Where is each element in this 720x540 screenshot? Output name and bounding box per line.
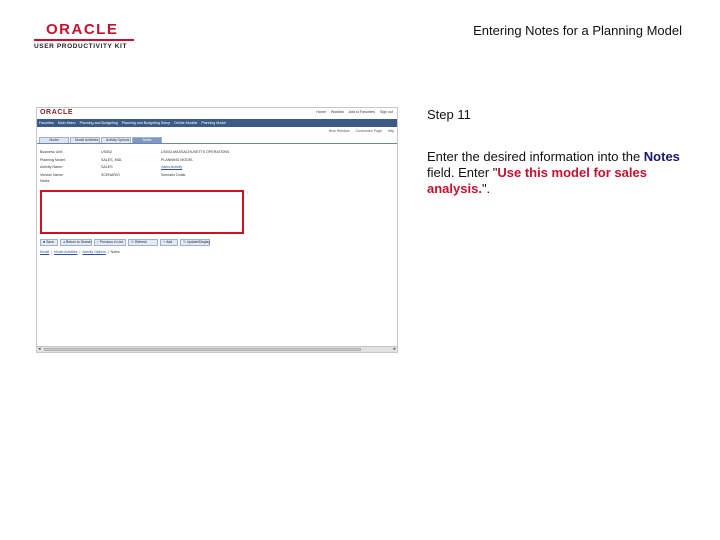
field-row: Activity Name: SALES Sales Activity [40,164,397,172]
refresh-button[interactable]: ↻ Refresh [128,239,158,246]
tab-activity-options[interactable]: Activity Options [101,137,131,143]
page-link-model[interactable]: Model [40,250,49,254]
logo-rule [34,39,134,41]
business-unit-label: Business Unit: [40,150,63,154]
instruction-text: ". [481,181,491,196]
top-link-sign-out[interactable]: Sign out [380,110,393,114]
activity-name-value: SALES [101,165,113,170]
return-to-search-label: Return to Search [65,240,92,244]
page-tools: New Window Customize Page http [329,129,394,133]
application-screenshot: ORACLE Home Worklist Add to Favorites Si… [36,107,398,353]
return-icon: ◂ [63,240,65,244]
top-link-add-to-favorites[interactable]: Add to Favorites [349,110,375,114]
save-icon: ■ [43,240,46,244]
save-button[interactable]: ■ Save [40,239,58,246]
notes-field[interactable] [42,192,242,232]
scroll-left-icon[interactable]: ◂ [38,346,41,352]
page-link-model-activities[interactable]: Model Activities [54,250,77,254]
http-link[interactable]: http [388,129,394,133]
page-link-notes: Notes [110,250,120,254]
update-display-button[interactable]: ✎ Update/Display [180,239,210,246]
key-fields: Business Unit: US002 US002-MASSACHUSETTS… [37,144,397,179]
step-number: Step 11 [427,107,471,122]
page-link-activity-options[interactable]: Activity Options [82,250,105,254]
tab-model-activities[interactable]: Model Activities [70,137,100,143]
oracle-upk-logo: ORACLE USER PRODUCTIVITY KIT [34,22,134,51]
previous-in-list-button[interactable]: ↑ Previous in List [94,239,126,246]
customize-page-link[interactable]: Customize Page [356,129,382,133]
update-icon: ✎ [183,240,187,244]
instruction-panel: Step 11 Enter the desired information in… [427,107,687,197]
page-link-separator: | [107,250,109,254]
return-to-search-button[interactable]: ◂ Return to Search [60,239,92,246]
version-name-value: SCENARIO [101,172,120,177]
app-logo: ORACLE [40,109,74,116]
planning-model-desc: PLANNING MODEL [161,157,194,162]
activity-name-label: Activity Name: [40,165,63,170]
slide-title: Entering Notes for a Planning Model [473,23,682,38]
page-link-separator: | [51,250,53,254]
horizontal-scrollbar[interactable]: ◂ ▸ [37,346,397,352]
top-links: Home Worklist Add to Favorites Sign out [316,110,393,114]
step-instruction: Enter the desired information into the N… [427,149,687,197]
nav-main-menu[interactable]: Main Menu [58,121,76,125]
menu-bar: Favorites Main Menu Planning and Budgeti… [37,119,397,127]
add-label: Add [166,240,173,244]
nav-planning-budgeting[interactable]: Planning and Budgeting [80,121,118,125]
update-display-label: Update/Display [187,240,211,244]
notes-resize-icon[interactable]: ⁝ [247,190,248,195]
scroll-right-icon[interactable]: ▸ [393,346,396,352]
save-button-label: Save [46,240,54,244]
instruction-text: field. Enter " [427,165,498,180]
activity-name-link[interactable]: Sales Activity [161,164,182,172]
logo-tagline: USER PRODUCTIVITY KIT [34,43,128,50]
version-name-label: Version Name: [40,172,64,177]
scrollbar-thumb[interactable] [44,348,361,351]
previous-icon: ↑ [97,240,99,244]
page-toolbar: New Window Customize Page http [37,127,397,137]
field-row: Version Name: SCENARIO Scenario Dollar [40,172,397,180]
version-name-desc: Scenario Dollar [161,172,186,177]
nav-favorites[interactable]: Favorites [39,121,54,125]
nav-planning-model[interactable]: Planning Model [201,121,226,125]
refresh-label: Refresh [135,240,147,244]
nav-define-models[interactable]: Define Models [174,121,197,125]
app-header: ORACLE Home Worklist Add to Favorites Si… [37,108,397,119]
tab-model[interactable]: Model [39,137,69,143]
logo-word: ORACLE [46,21,119,38]
planning-model-value: SALES_MDL [101,157,123,162]
notes-highlight [40,190,244,234]
button-bar: ■ Save ◂ Return to Search ↑ Previous in … [40,239,210,246]
field-row: Planning Model: SALES_MDL PLANNING MODEL [40,157,397,165]
new-window-link[interactable]: New Window [329,129,350,133]
business-unit-value: US002 [101,150,112,154]
planning-model-label: Planning Model: [40,157,66,162]
page-link-separator: | [79,250,81,254]
instruction-field-name: Notes [643,149,680,164]
top-link-home[interactable]: Home [316,110,326,114]
instruction-text: Enter the desired information into the [427,149,644,164]
top-link-worklist[interactable]: Worklist [331,110,344,114]
nav-planning-budgeting-setup[interactable]: Planning and Budgeting Setup [122,121,171,125]
page-links: Model | Model Activities | Activity Opti… [40,250,120,254]
field-row: Business Unit: US002 US002-MASSACHUSETTS… [40,149,397,157]
business-unit-desc: US002-MASSACHUSETTS OPERATIONS [161,150,230,154]
refresh-icon: ↻ [131,240,135,244]
add-button[interactable]: + Add [160,239,178,246]
page-tabs: Model Model Activities Activity Options … [37,137,397,144]
add-icon: + [163,240,166,244]
notes-label: Notes [40,179,50,184]
previous-in-list-label: Previous in List [99,240,123,244]
tab-notes[interactable]: Notes [132,137,162,143]
